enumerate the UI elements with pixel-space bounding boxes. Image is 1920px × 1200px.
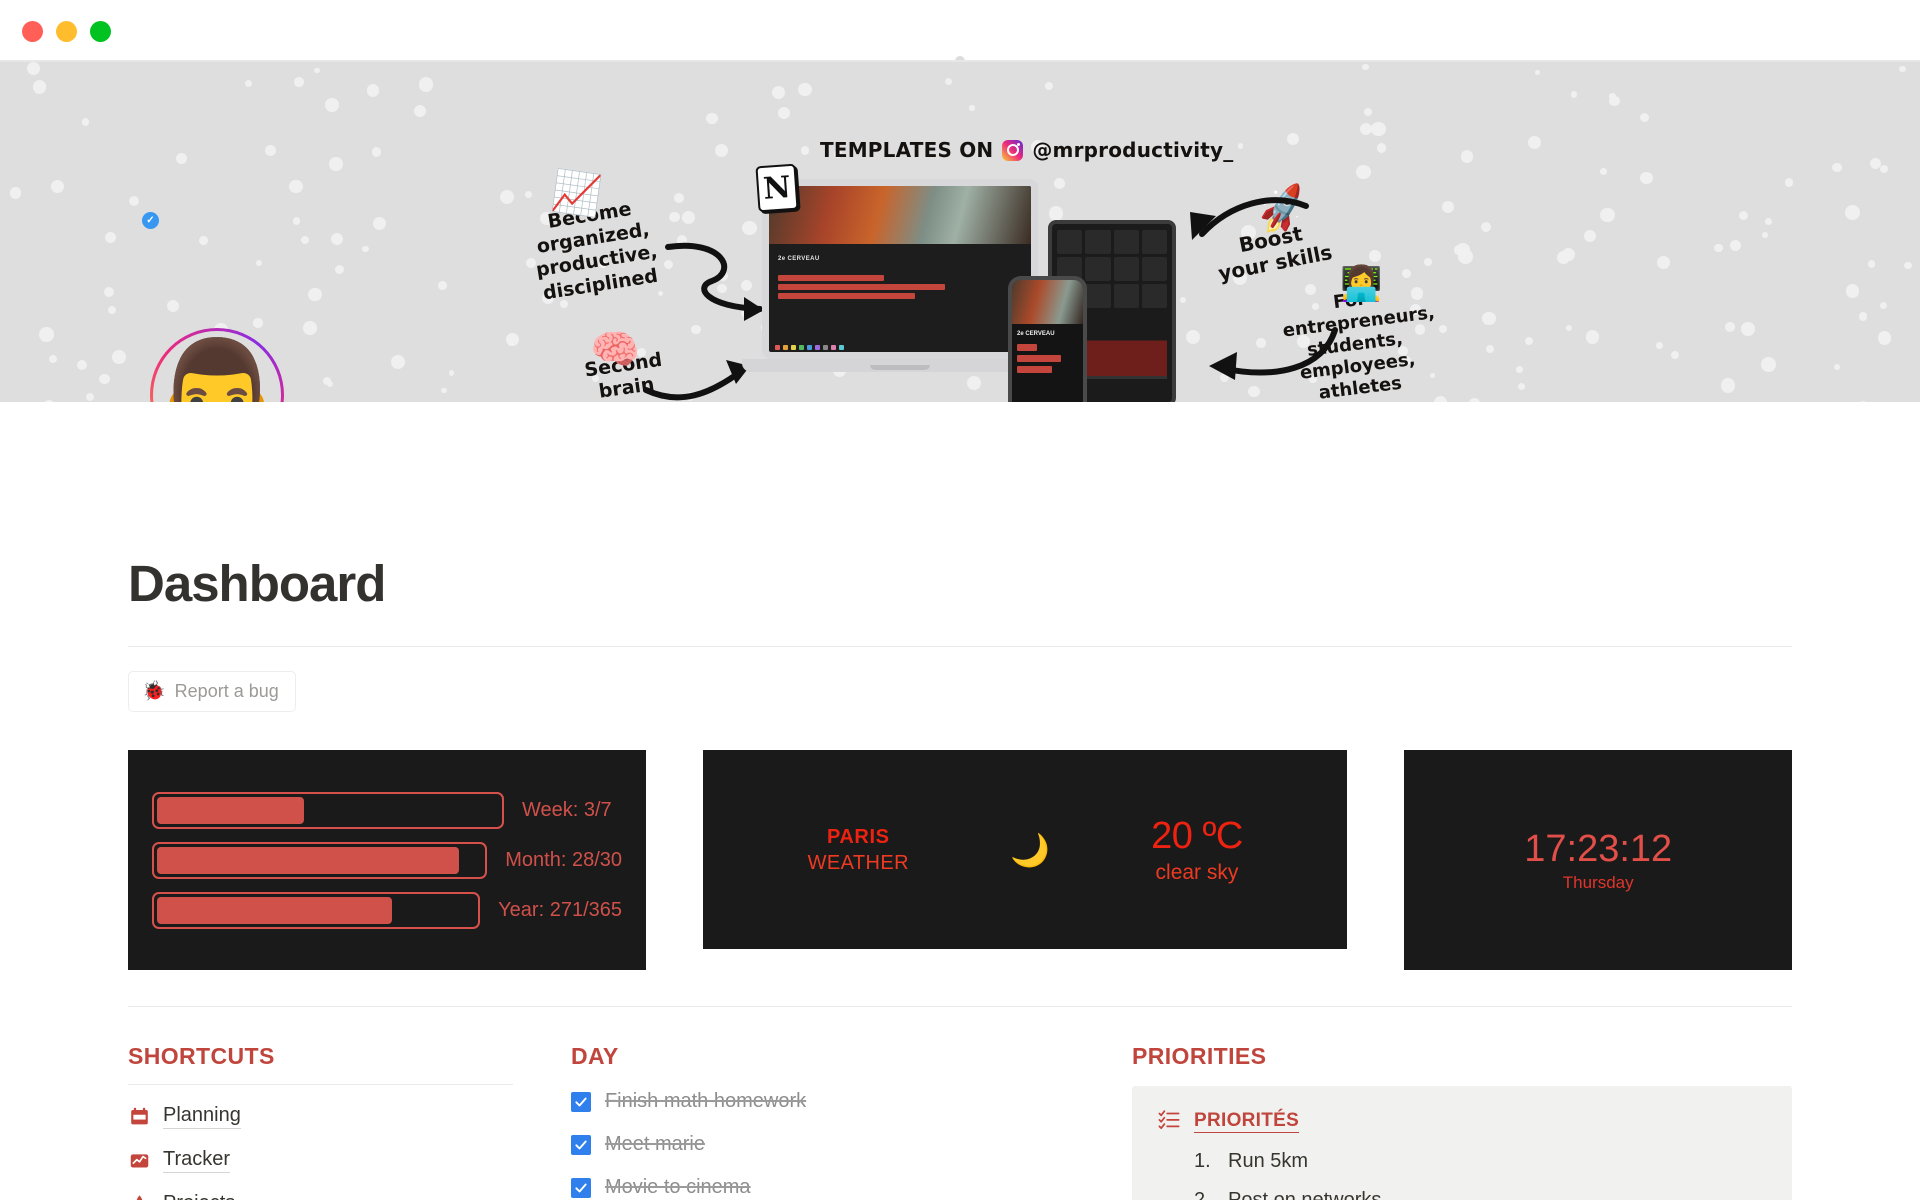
checklist-icon	[1158, 1108, 1180, 1134]
progress-label-year: Year: 271/365	[498, 898, 622, 921]
shortcuts-column: SHORTCUTS Planning Tracker	[128, 1043, 571, 1200]
progress-fill-year	[157, 896, 393, 924]
day-task-label: Finish math homework	[604, 1090, 807, 1112]
progress-fill-month	[157, 846, 460, 874]
day-task-label: Movie to cinema	[604, 1176, 751, 1198]
window-close-button[interactable]	[22, 20, 43, 42]
weather-city: PARIS	[826, 825, 890, 848]
day-column: DAY Finish math homework Meet marie Movi…	[570, 1043, 1132, 1200]
day-heading: DAY	[570, 1043, 619, 1069]
title-divider	[128, 646, 1792, 647]
macbook-progress-bars	[769, 269, 1031, 299]
report-a-bug-label: Report a bug	[174, 681, 279, 701]
calendar-icon	[128, 1106, 150, 1128]
banner-handle-text: @mrproductivity_	[1032, 138, 1234, 162]
banner-headline: TEMPLATES ON	[820, 138, 994, 162]
iphone-mockup: 2e CERVEAU	[1008, 276, 1087, 402]
widgets-row: Week: 3/7 Month: 28/30 Year: 271/365 PAR…	[128, 750, 1792, 970]
notion-logo-icon: N	[755, 163, 799, 213]
priority-number: 2.	[1194, 1189, 1211, 1200]
progress-row: Month: 28/30	[152, 841, 622, 879]
list-item[interactable]: Finish math homework	[570, 1090, 1132, 1113]
priorities-heading: PRIORITIES	[1132, 1043, 1267, 1069]
priorities-card-title: PRIORITÉS	[1194, 1109, 1300, 1133]
widgets-divider	[128, 1006, 1792, 1007]
avatar-ring: 🧔‍♂️	[150, 328, 284, 402]
iphone-progress-bars	[1012, 338, 1083, 373]
chart-emoji-icon: 📈	[549, 168, 605, 220]
clock-widget: 17:23:12 Thursday	[1404, 750, 1792, 970]
crescent-moon-icon: 🌙	[1010, 831, 1050, 868]
priority-label: Post on networks	[1228, 1189, 1382, 1200]
sidebar-item-planning[interactable]: Planning	[128, 1104, 571, 1129]
list-item: 1. Run 5km	[1194, 1150, 1766, 1173]
instagram-icon	[1002, 139, 1024, 161]
arrow-curve-2	[643, 360, 750, 401]
shortcuts-divider	[128, 1084, 513, 1085]
progress-widget: Week: 3/7 Month: 28/30 Year: 271/365	[128, 750, 646, 970]
shortcuts-heading: SHORTCUTS	[128, 1043, 275, 1069]
brain-emoji-icon: 🧠	[590, 328, 640, 372]
progress-label-month: Month: 28/30	[505, 848, 622, 871]
macbook-mockup: 2e CERVEAU	[762, 179, 1038, 359]
priorities-column: PRIORITIES PRIORITÉS 1. Run 5km 2. Post …	[1132, 1043, 1792, 1200]
progress-row: Year: 271/365	[152, 891, 622, 929]
weather-readout: 20 ºC clear sky	[1151, 815, 1243, 885]
progress-label-week: Week: 3/7	[522, 798, 612, 821]
window-title-bar	[0, 0, 1920, 66]
day-checkbox[interactable]	[570, 1177, 591, 1198]
sidebar-item-tracker[interactable]: Tracker	[128, 1148, 571, 1173]
weather-temperature: 20 ºC	[1151, 814, 1243, 857]
window-minimize-button[interactable]	[56, 20, 77, 42]
progress-track-week	[152, 791, 504, 829]
priority-number: 1.	[1194, 1150, 1211, 1172]
macbook-page-title: 2e CERVEAU	[778, 256, 820, 262]
page-title: Dashboard	[128, 555, 386, 612]
banner-instagram-handle: TEMPLATES ON @mrproductivity_	[820, 138, 1234, 162]
day-checkbox[interactable]	[570, 1134, 591, 1155]
page-body: Dashboard 🐞 Report a bug Week: 3/7 Month…	[0, 554, 1920, 1200]
chart-icon	[128, 1150, 150, 1172]
iphone-page-title: 2e CERVEAU	[1017, 331, 1055, 337]
shortcut-label-planning: Planning	[163, 1104, 241, 1129]
priority-label: Run 5km	[1228, 1150, 1309, 1172]
macbook-dock	[775, 345, 844, 350]
cover-banner: TEMPLATES ON @mrproductivity_ Become org…	[0, 62, 1920, 402]
list-item[interactable]: Movie to cinema	[570, 1176, 1132, 1199]
window-zoom-button[interactable]	[90, 20, 111, 42]
weather-location: PARIS WEATHER	[808, 824, 909, 876]
day-checkbox[interactable]	[570, 1091, 591, 1112]
progress-track-year	[152, 891, 481, 929]
day-task-list: Finish math homework Meet marie Movie to…	[570, 1090, 1132, 1200]
list-item[interactable]: Meet marie	[570, 1133, 1132, 1156]
clock-day: Thursday	[1562, 872, 1634, 892]
shortcut-label-tracker: Tracker	[163, 1148, 231, 1173]
shortcut-label-projects: Projects	[163, 1192, 235, 1200]
iphone-cover-photo	[1012, 280, 1083, 324]
report-a-bug-button[interactable]: 🐞 Report a bug	[128, 671, 296, 712]
sidebar-item-projects[interactable]: Projects	[128, 1192, 571, 1200]
priorities-ordered-list: 1. Run 5km 2. Post on networks 3. Readin…	[1158, 1150, 1766, 1200]
clock-time: 17:23:12	[1524, 827, 1673, 870]
weather-widget: PARIS WEATHER 🌙 20 ºC clear sky	[703, 750, 1348, 949]
ladybug-icon: 🐞	[142, 681, 166, 702]
progress-fill-week	[157, 796, 305, 824]
verified-badge-icon: ✓	[142, 212, 159, 229]
priorities-callout-card: PRIORITÉS 1. Run 5km 2. Post on networks…	[1132, 1086, 1792, 1200]
weather-subtitle: WEATHER	[807, 851, 909, 874]
weather-condition: clear sky	[1155, 860, 1239, 884]
arrow-curve-4	[1209, 327, 1338, 380]
content-columns: SHORTCUTS Planning Tracker DAY Finish ma…	[128, 1043, 1792, 1200]
rocket-icon	[128, 1194, 150, 1200]
progress-row: Week: 3/7	[152, 791, 622, 829]
laptop-person-emoji-icon: 👩‍💻	[1340, 265, 1383, 303]
list-item: 2. Post on networks	[1194, 1189, 1766, 1200]
macbook-cover-photo	[769, 186, 1031, 244]
avatar-image: 🧔‍♂️	[153, 331, 281, 402]
day-task-label: Meet marie	[604, 1133, 705, 1155]
arrow-curve-3	[1190, 197, 1309, 240]
avatar[interactable]: 🧔‍♂️	[150, 328, 284, 402]
progress-track-month	[152, 841, 488, 879]
priorities-card-header[interactable]: PRIORITÉS	[1158, 1108, 1766, 1134]
